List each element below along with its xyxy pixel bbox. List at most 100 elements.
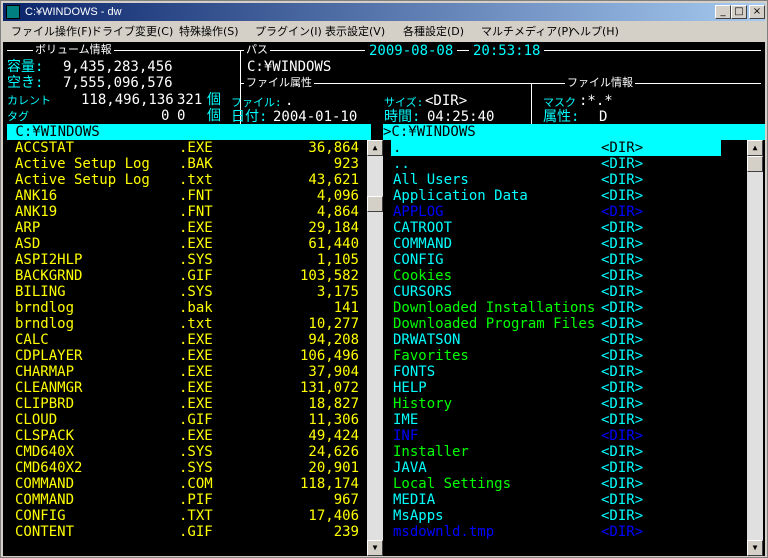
- list-item[interactable]: ANK16 .FNT 4,096: [7, 188, 371, 204]
- maximize-button[interactable]: □: [731, 5, 747, 19]
- list-item[interactable]: MsApps <DIR>: [383, 508, 745, 524]
- list-item[interactable]: COMMAND .COM 118,174: [7, 476, 371, 492]
- file-ext: .GIF: [179, 412, 213, 428]
- list-item[interactable]: CLOUD .GIF 11,306: [7, 412, 371, 428]
- menu-multimedia[interactable]: マルチメディア(P): [481, 22, 572, 41]
- menu-view[interactable]: 表示設定(V): [325, 22, 385, 41]
- menu-file[interactable]: ファイル操作(F): [11, 22, 92, 41]
- menu-drive[interactable]: ドライブ変更(C): [91, 22, 173, 41]
- list-item[interactable]: ACCSTAT .EXE 36,864: [7, 140, 371, 156]
- list-item[interactable]: COMMAND .PIF 967: [7, 492, 371, 508]
- list-item[interactable]: ANK19 .FNT 4,864: [7, 204, 371, 220]
- list-item[interactable]: INF <DIR>: [383, 428, 745, 444]
- list-item[interactable]: All Users <DIR>: [383, 172, 745, 188]
- list-item[interactable]: CALC .EXE 94,208: [7, 332, 371, 348]
- left-file-list[interactable]: ACCSTAT .EXE 36,864 Active Setup Log .BAK 923…: [7, 140, 371, 540]
- scroll-up-icon[interactable]: ▲: [367, 140, 383, 156]
- list-item[interactable]: CDPLAYER .EXE 106,496: [7, 348, 371, 364]
- list-item[interactable]: CLEANMGR .EXE 131,072: [7, 380, 371, 396]
- list-item[interactable]: CHARMAP .EXE 37,904: [7, 364, 371, 380]
- list-item[interactable]: CMD640X .SYS 24,626: [7, 444, 371, 460]
- dir-name: IME: [393, 412, 419, 428]
- dir-name: Cookies: [393, 268, 453, 284]
- dir-name: CONFIG: [393, 252, 444, 268]
- list-item[interactable]: CONFIG <DIR>: [383, 252, 745, 268]
- list-item[interactable]: DRWATSON <DIR>: [383, 332, 745, 348]
- list-item[interactable]: ARP .EXE 29,184: [7, 220, 371, 236]
- list-item[interactable]: Favorites <DIR>: [383, 348, 745, 364]
- file-name: CALC: [15, 332, 49, 348]
- list-item[interactable]: CMD640X2 .SYS 20,901: [7, 460, 371, 476]
- list-item[interactable]: FONTS <DIR>: [383, 364, 745, 380]
- scroll-up-icon[interactable]: ▲: [747, 140, 763, 156]
- dir-name: COMMAND: [393, 236, 453, 252]
- list-item[interactable]: CURSORS <DIR>: [383, 284, 745, 300]
- list-item[interactable]: CLSPACK .EXE 49,424: [7, 428, 371, 444]
- title-bar[interactable]: C:¥WINDOWS - dw _ □ ×: [3, 3, 765, 21]
- list-item[interactable]: brndlog .txt 10,277: [7, 316, 371, 332]
- free-label: 空き:: [7, 75, 44, 91]
- list-item[interactable]: Active Setup Log .BAK 923: [7, 156, 371, 172]
- file-name: CMD640X: [15, 444, 75, 460]
- file-ext: .BAK: [179, 156, 213, 172]
- app-icon[interactable]: [6, 5, 20, 19]
- menu-help[interactable]: ヘルプ(H): [569, 22, 619, 41]
- menu-plugin[interactable]: プラグイン(I): [255, 22, 322, 41]
- list-item[interactable]: BACKGRND .GIF 103,582: [7, 268, 371, 284]
- list-item[interactable]: ASPI2HLP .SYS 1,105: [7, 252, 371, 268]
- file-ext: .SYS: [179, 444, 213, 460]
- minimize-button[interactable]: _: [715, 5, 731, 19]
- mask-value: :*.*: [579, 93, 613, 109]
- dir-type: <DIR>: [601, 428, 644, 444]
- file-name: ACCSTAT: [15, 140, 75, 156]
- list-item[interactable]: BILING .SYS 3,175: [7, 284, 371, 300]
- list-item[interactable]: JAVA <DIR>: [383, 460, 745, 476]
- list-item[interactable]: brndlog .bak 141: [7, 300, 371, 316]
- close-button[interactable]: ×: [749, 5, 765, 19]
- left-scroll-thumb[interactable]: [367, 196, 383, 212]
- file-name: Active Setup Log: [15, 156, 150, 172]
- list-item[interactable]: Active Setup Log .txt 43,621: [7, 172, 371, 188]
- dir-type: <DIR>: [601, 220, 644, 236]
- list-item[interactable]: Downloaded Installations <DIR>: [383, 300, 745, 316]
- menu-settings[interactable]: 各種設定(D): [403, 22, 464, 41]
- tag-bytes: 0: [161, 108, 170, 124]
- list-item[interactable]: HELP <DIR>: [383, 380, 745, 396]
- list-item[interactable]: CATROOT <DIR>: [383, 220, 745, 236]
- menu-special[interactable]: 特殊操作(S): [179, 22, 239, 41]
- dir-type: <DIR>: [601, 188, 644, 204]
- list-item[interactable]: CLIPBRD .EXE 18,827: [7, 396, 371, 412]
- list-item[interactable]: COMMAND <DIR>: [383, 236, 745, 252]
- dir-name: Downloaded Installations: [393, 300, 596, 316]
- file-ext: .bak: [179, 300, 213, 316]
- right-scroll-thumb[interactable]: [747, 156, 763, 172]
- list-item[interactable]: Installer <DIR>: [383, 444, 745, 460]
- cursor-highlight: [391, 140, 721, 156]
- list-item[interactable]: CONTENT .GIF 239: [7, 524, 371, 540]
- list-item[interactable]: Cookies <DIR>: [383, 268, 745, 284]
- list-item[interactable]: CONFIG .TXT 17,406: [7, 508, 371, 524]
- list-item[interactable]: ASD .EXE 61,440: [7, 236, 371, 252]
- left-scrollbar[interactable]: ▲ ▼: [367, 140, 383, 556]
- list-item[interactable]: IME <DIR>: [383, 412, 745, 428]
- dir-name: INF: [393, 428, 419, 444]
- dir-name: HELP: [393, 380, 427, 396]
- current-path: C:¥WINDOWS: [247, 59, 332, 75]
- list-item[interactable]: MEDIA <DIR>: [383, 492, 745, 508]
- file-size: 131,072: [299, 380, 359, 396]
- list-item[interactable]: History <DIR>: [383, 396, 745, 412]
- list-item[interactable]: Local Settings <DIR>: [383, 476, 745, 492]
- right-scrollbar[interactable]: ▲ ▼: [747, 140, 763, 556]
- list-item[interactable]: Downloaded Program Files <DIR>: [383, 316, 745, 332]
- file-size: 141: [333, 300, 359, 316]
- file-size: 20,901: [308, 460, 359, 476]
- list-item[interactable]: msdownld.tmp <DIR>: [383, 524, 745, 540]
- scroll-down-icon[interactable]: ▼: [747, 540, 763, 556]
- dir-type: <DIR>: [601, 364, 644, 380]
- list-item[interactable]: . <DIR>: [383, 140, 745, 156]
- list-item[interactable]: Application Data <DIR>: [383, 188, 745, 204]
- scroll-down-icon[interactable]: ▼: [367, 540, 383, 556]
- right-file-list[interactable]: . <DIR>.. <DIR> All Users <DIR> Application D…: [383, 140, 745, 540]
- list-item[interactable]: .. <DIR>: [383, 156, 745, 172]
- list-item[interactable]: APPLOG <DIR>: [383, 204, 745, 220]
